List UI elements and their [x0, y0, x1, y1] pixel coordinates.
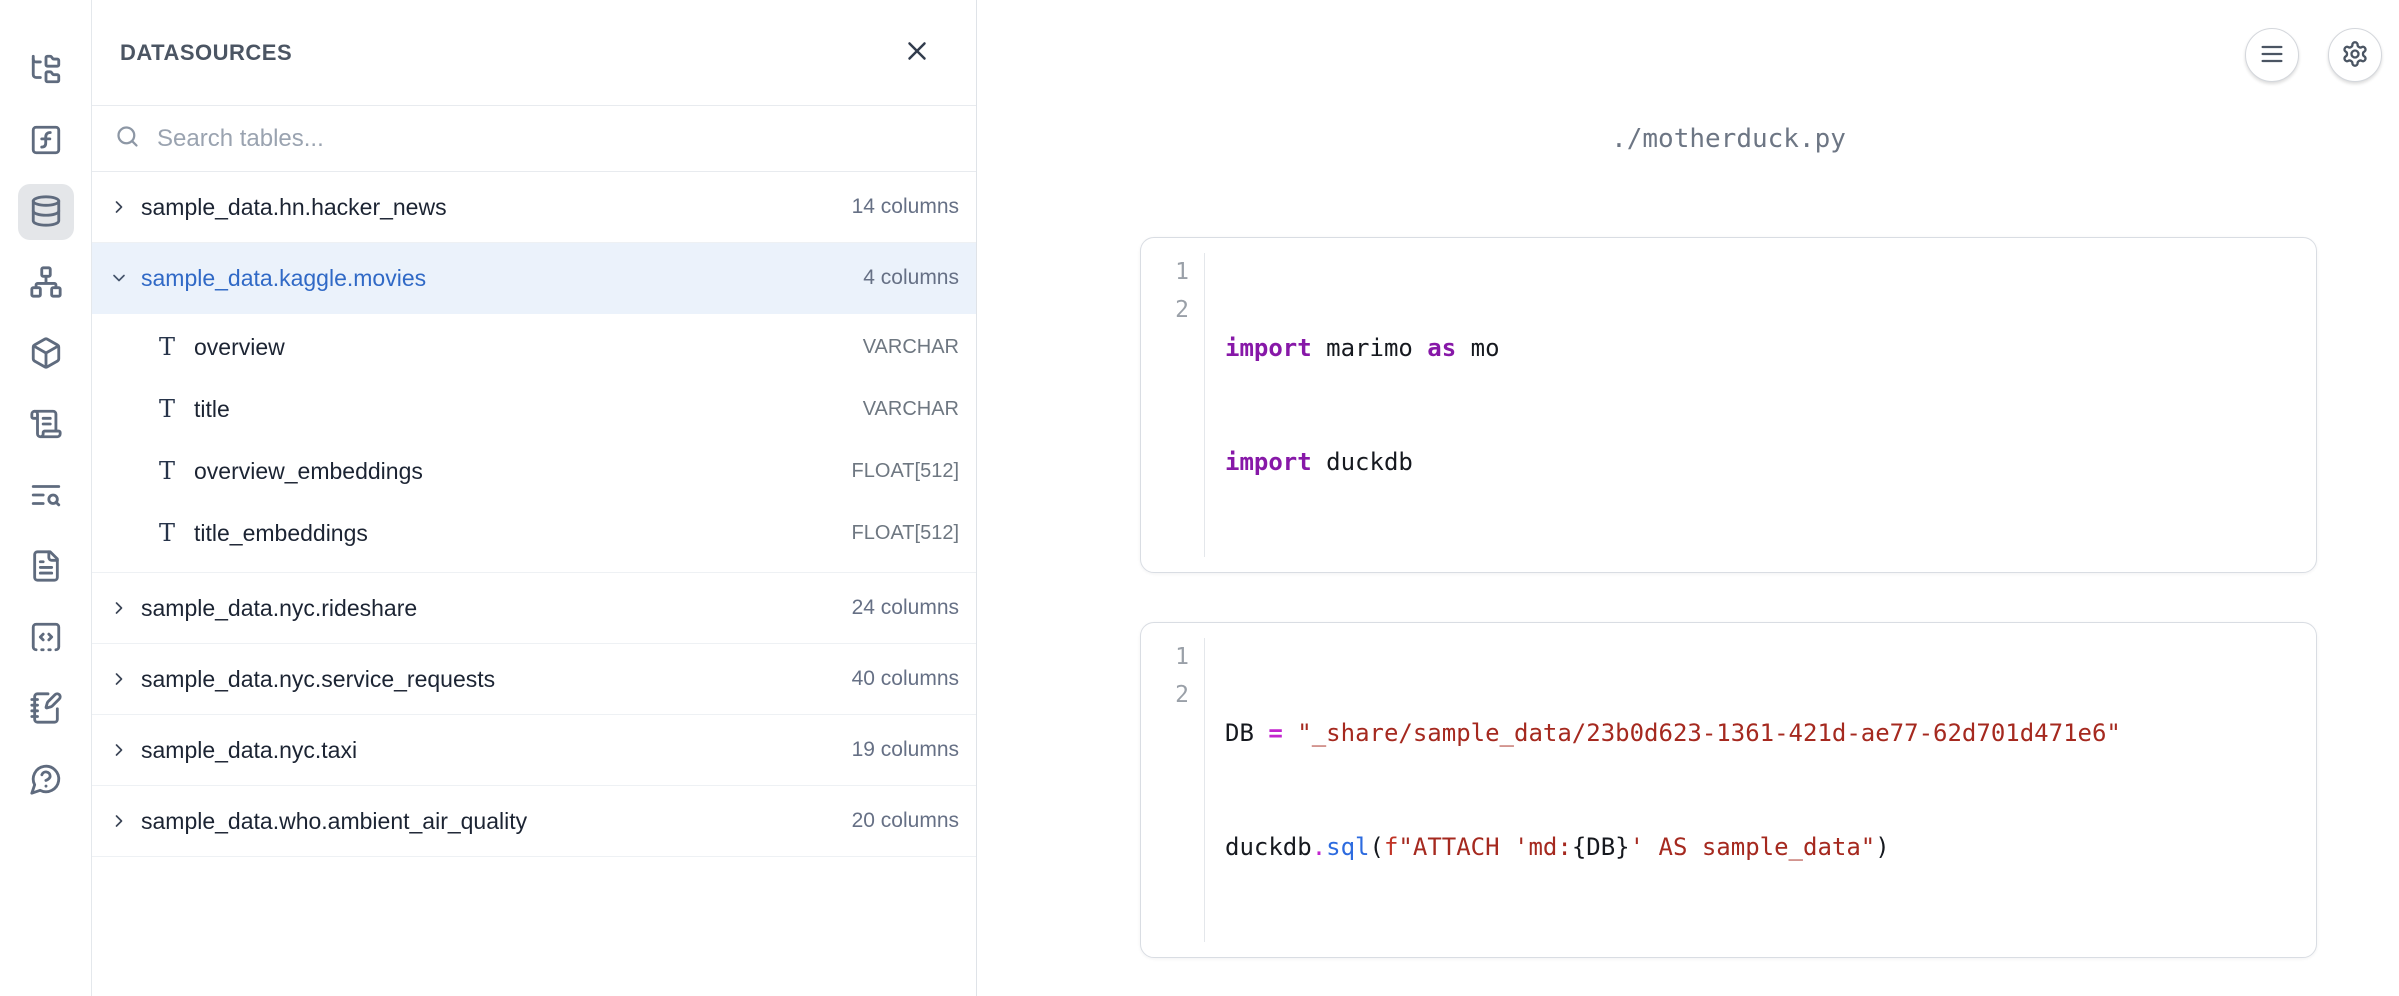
- column-count: 40 columns: [852, 667, 959, 691]
- chevron-right-icon: [109, 197, 129, 217]
- tables-list: sample_data.hn.hacker_news 14 columns sa…: [92, 172, 976, 857]
- table-search-row: [92, 106, 976, 172]
- column-row-overview[interactable]: T overview VARCHAR: [92, 316, 976, 378]
- table-row-service-requests[interactable]: sample_data.nyc.service_requests 40 colu…: [92, 644, 976, 715]
- scroll-text-icon: [29, 407, 63, 444]
- table-name: sample_data.nyc.service_requests: [141, 666, 495, 693]
- folder-tree-icon: [29, 52, 63, 89]
- code-editor[interactable]: import marimo as mo import duckdb: [1205, 253, 1500, 557]
- code-snippet-icon: [29, 620, 63, 657]
- line-number: 1: [1141, 638, 1204, 676]
- notebook-main: ./motherduck.py 1 2 import marimo as mo …: [977, 0, 2399, 996]
- notebook-content: 1 2 import marimo as mo import duckdb 1 …: [1140, 237, 2317, 996]
- table-row-ambient-air-quality[interactable]: sample_data.who.ambient_air_quality 20 c…: [92, 786, 976, 857]
- kaggle-movies-columns: T overview VARCHAR T title VARCHAR T ove…: [92, 314, 976, 573]
- rail-scratchpad-button[interactable]: [18, 681, 74, 737]
- text-type-icon: T: [156, 457, 178, 485]
- rail-packages-button[interactable]: [18, 326, 74, 382]
- chevron-down-icon: [109, 268, 129, 288]
- column-name: overview: [194, 334, 285, 361]
- rail-dependencies-button[interactable]: [18, 255, 74, 311]
- table-name: sample_data.hn.hacker_news: [141, 194, 447, 221]
- chevron-right-icon: [109, 740, 129, 760]
- table-name: sample_data.nyc.taxi: [141, 737, 357, 764]
- column-name: overview_embeddings: [194, 458, 423, 485]
- close-icon: [902, 36, 932, 69]
- column-name: title: [194, 396, 230, 423]
- rail-snippets-button[interactable]: [18, 610, 74, 666]
- app-window: DATASOURCES sample_data.hn.hacker_news 1…: [0, 0, 2399, 996]
- column-count: 14 columns: [852, 195, 959, 219]
- column-count: 19 columns: [852, 738, 959, 762]
- rail-help-button[interactable]: [18, 752, 74, 808]
- code-line: import duckdb: [1225, 443, 1500, 481]
- rail-variables-button[interactable]: [18, 113, 74, 169]
- column-row-overview-embeddings[interactable]: T overview_embeddings FLOAT[512]: [92, 440, 976, 502]
- column-row-title-embeddings[interactable]: T title_embeddings FLOAT[512]: [92, 502, 976, 564]
- table-name: sample_data.who.ambient_air_quality: [141, 808, 527, 835]
- top-actions: [2245, 28, 2382, 82]
- network-icon: [29, 265, 63, 302]
- line-number: 2: [1141, 676, 1204, 714]
- column-count: 4 columns: [863, 266, 959, 290]
- rail-datasources-button[interactable]: [18, 184, 74, 240]
- code-line: import marimo as mo: [1225, 329, 1500, 367]
- text-type-icon: T: [156, 333, 178, 361]
- table-row-rideshare[interactable]: sample_data.nyc.rideshare 24 columns: [92, 573, 976, 644]
- table-row-taxi[interactable]: sample_data.nyc.taxi 19 columns: [92, 715, 976, 786]
- column-row-title[interactable]: T title VARCHAR: [92, 378, 976, 440]
- search-icon: [114, 123, 141, 155]
- column-type: VARCHAR: [863, 336, 959, 359]
- text-type-icon: T: [156, 519, 178, 547]
- column-count: 20 columns: [852, 809, 959, 833]
- database-icon: [29, 194, 63, 231]
- gear-icon: [2341, 40, 2369, 71]
- line-number: 2: [1141, 291, 1204, 329]
- file-text-icon: [29, 549, 63, 586]
- table-name: sample_data.kaggle.movies: [141, 265, 426, 292]
- hamburger-menu-icon: [2258, 40, 2286, 71]
- line-number-gutter: 1 2: [1141, 253, 1205, 557]
- column-type: FLOAT[512]: [852, 522, 959, 545]
- chevron-right-icon: [109, 811, 129, 831]
- column-name: title_embeddings: [194, 520, 368, 547]
- notebook-filename[interactable]: ./motherduck.py: [1140, 124, 2317, 154]
- line-number-gutter: 1 2: [1141, 638, 1205, 942]
- text-type-icon: T: [156, 395, 178, 423]
- datasources-panel-header: DATASOURCES: [92, 0, 976, 106]
- line-number: 1: [1141, 253, 1204, 291]
- code-cell-attach-db[interactable]: 1 2 DB = "_share/sample_data/23b0d623-13…: [1140, 622, 2317, 958]
- search-tables-input[interactable]: [157, 125, 777, 153]
- datasources-panel: DATASOURCES sample_data.hn.hacker_news 1…: [92, 0, 977, 996]
- activity-rail: [0, 0, 92, 996]
- help-bubble-icon: [29, 762, 63, 799]
- rail-documentation-button[interactable]: [18, 539, 74, 595]
- notebook-menu-button[interactable]: [2245, 28, 2299, 82]
- close-panel-button[interactable]: [900, 36, 934, 70]
- table-row-kaggle-movies[interactable]: sample_data.kaggle.movies 4 columns: [92, 243, 976, 314]
- rail-search-logs-button[interactable]: [18, 468, 74, 524]
- column-type: VARCHAR: [863, 398, 959, 421]
- code-line: duckdb.sql(f"ATTACH 'md:{DB}' AS sample_…: [1225, 828, 2121, 866]
- column-count: 24 columns: [852, 596, 959, 620]
- panel-title: DATASOURCES: [120, 40, 292, 66]
- code-line: DB = "_share/sample_data/23b0d623-1361-4…: [1225, 714, 2121, 752]
- settings-button[interactable]: [2328, 28, 2382, 82]
- notebook-pen-icon: [29, 691, 63, 728]
- chevron-right-icon: [109, 669, 129, 689]
- table-row-hacker-news[interactable]: sample_data.hn.hacker_news 14 columns: [92, 172, 976, 243]
- text-search-icon: [29, 478, 63, 515]
- package-box-icon: [29, 336, 63, 373]
- chevron-right-icon: [109, 598, 129, 618]
- column-type: FLOAT[512]: [852, 460, 959, 483]
- code-cell-imports[interactable]: 1 2 import marimo as mo import duckdb: [1140, 237, 2317, 573]
- function-square-icon: [29, 123, 63, 160]
- rail-logs-button[interactable]: [18, 397, 74, 453]
- rail-file-explorer-button[interactable]: [18, 42, 74, 98]
- table-name: sample_data.nyc.rideshare: [141, 595, 417, 622]
- code-editor[interactable]: DB = "_share/sample_data/23b0d623-1361-4…: [1205, 638, 2121, 942]
